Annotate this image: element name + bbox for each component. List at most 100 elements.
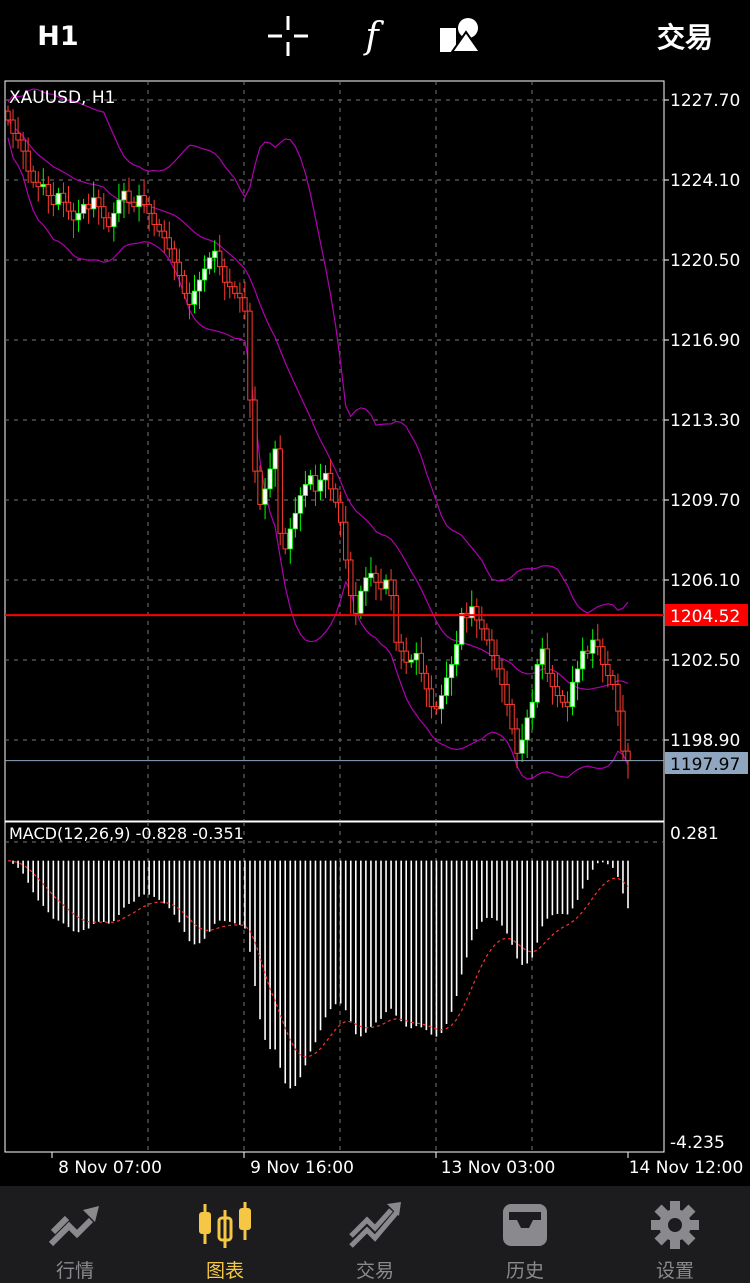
price-tick-label: 1220.50: [670, 251, 740, 271]
candle-body: [398, 641, 404, 652]
candle-body: [242, 297, 248, 312]
symbol-label: XAUUSD, H1: [9, 88, 115, 108]
candle-body: [116, 199, 122, 214]
candle-body: [615, 683, 621, 712]
candle-body: [161, 230, 167, 239]
candle-body: [610, 675, 616, 685]
candle-body: [176, 261, 183, 277]
nav-label-settings: 设置: [655, 1260, 694, 1282]
candle-body: [403, 650, 409, 663]
candle-body: [332, 488, 339, 503]
candle-body: [201, 268, 208, 281]
price-chart[interactable]: 1227.70 1224.10 1220.50 1216.90 1213.30 1209.…: [0, 72, 750, 1186]
candle-body: [277, 448, 283, 534]
candle-body: [121, 190, 127, 201]
indicators-icon[interactable]: f: [346, 0, 398, 72]
candle-body: [227, 281, 233, 288]
candle-body: [358, 590, 364, 614]
candle-body: [383, 579, 389, 590]
candle-body: [489, 639, 495, 657]
candle-body: [529, 701, 535, 719]
nav-label-chart: 图表: [205, 1260, 244, 1282]
candle-body: [141, 195, 147, 205]
candle-body: [312, 475, 319, 492]
nav-label-quotes: 行情: [55, 1260, 94, 1282]
candle-body: [499, 668, 505, 685]
price-tick-label: 1198.90: [670, 731, 740, 751]
time-tick-label: 13 Nov 03:00: [441, 1158, 556, 1178]
bid-price-label: 1204.52: [670, 607, 740, 627]
trade-icon: [345, 1200, 405, 1250]
candle-body: [55, 192, 62, 205]
candle-body: [569, 681, 576, 708]
candle-body: [5, 110, 11, 121]
candle-body: [584, 650, 591, 654]
trade-button[interactable]: 交易: [640, 0, 730, 72]
candle-body: [590, 639, 596, 654]
candle-body: [317, 479, 324, 492]
candle-body: [413, 652, 419, 661]
candle-body: [479, 619, 485, 630]
objects-icon[interactable]: [432, 0, 488, 72]
candle-body: [363, 577, 369, 592]
candle-body: [81, 204, 87, 214]
candle-body: [136, 195, 142, 208]
candle-body: [75, 212, 82, 221]
last-price-label: 1197.97: [670, 755, 740, 775]
candle-body: [171, 248, 178, 263]
candle-body: [15, 132, 21, 141]
candle-body: [282, 532, 288, 550]
candle-body: [186, 292, 193, 305]
candle-body: [408, 659, 414, 663]
history-icon: [495, 1200, 555, 1250]
candle-body: [368, 572, 374, 579]
candle-body: [504, 683, 510, 705]
candle-body: [549, 672, 556, 688]
candle-body: [378, 581, 384, 590]
candle-body: [232, 286, 238, 294]
candle-body: [544, 648, 551, 674]
candle-body: [181, 275, 188, 294]
crosshair-icon[interactable]: [262, 0, 314, 72]
candle-body: [25, 150, 31, 172]
candle-body: [600, 646, 606, 665]
candle-body: [10, 119, 16, 134]
candle-body: [388, 579, 394, 597]
nav-quotes[interactable]: 行情: [0, 1186, 150, 1283]
candle-body: [262, 488, 268, 505]
candle-body: [217, 250, 223, 268]
quotes-icon: [45, 1200, 105, 1250]
candle-body: [307, 475, 314, 485]
nav-trade[interactable]: 交易: [300, 1186, 450, 1283]
candle-body: [20, 139, 26, 152]
candle-body: [454, 644, 460, 665]
price-tick-label: 1202.50: [670, 651, 740, 671]
candle-body: [151, 212, 157, 225]
timeframe-button[interactable]: H1: [30, 0, 86, 72]
candle-body: [207, 257, 213, 270]
candle-body: [605, 663, 611, 677]
nav-settings[interactable]: 设置: [600, 1186, 750, 1283]
nav-chart[interactable]: 图表: [150, 1186, 300, 1283]
nav-history[interactable]: 历史: [450, 1186, 600, 1283]
candle-body: [50, 195, 57, 205]
candle-body: [257, 470, 263, 505]
candle-body: [353, 595, 359, 614]
candle-body: [85, 203, 92, 210]
candle-body: [287, 528, 293, 550]
nav-label-trade: 交易: [355, 1260, 394, 1282]
candle-body: [393, 595, 399, 643]
candle-body: [111, 212, 117, 228]
candle-body: [564, 701, 571, 708]
candle-body: [595, 639, 601, 648]
candle-body: [156, 223, 162, 232]
indicator-max-label: 0.281: [670, 824, 719, 844]
candle-body: [484, 628, 490, 641]
indicator-min-label: -4.235: [670, 1133, 725, 1153]
chart-background: [0, 72, 750, 1186]
candle-body: [433, 706, 440, 710]
candle-body: [40, 184, 46, 188]
candle-body: [106, 217, 112, 228]
candle-body: [35, 181, 41, 188]
settings-icon: [645, 1200, 705, 1250]
